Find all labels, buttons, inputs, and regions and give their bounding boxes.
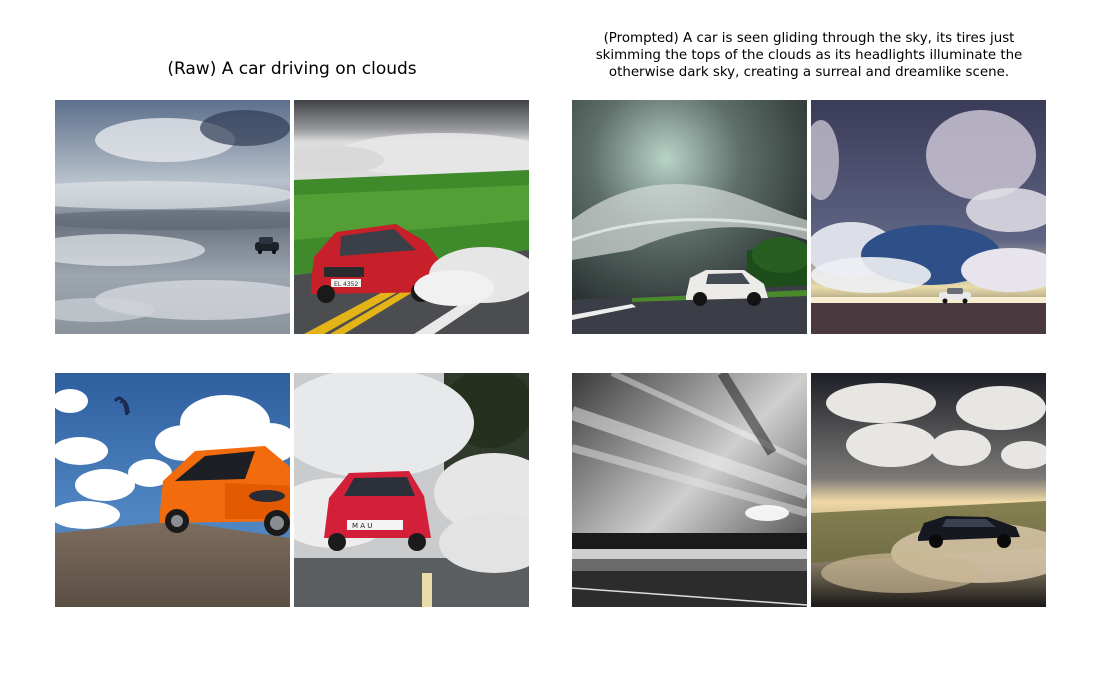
prompted-image-1 — [572, 100, 807, 334]
prompted-image-2 — [811, 100, 1046, 334]
prompted-image-4 — [811, 373, 1046, 607]
raw-image-1 — [55, 100, 290, 334]
raw-panel-title: (Raw) A car driving on clouds — [167, 59, 417, 79]
license-plate-raw-bottom-right: M A U — [352, 522, 372, 530]
license-plate-raw-top-right: EL 4352 — [334, 281, 358, 288]
raw-image-4: M A U — [294, 373, 529, 607]
prompted-image-3 — [572, 373, 807, 607]
raw-image-2: EL 4352 — [294, 100, 529, 334]
raw-image-3 — [55, 373, 290, 607]
prompted-panel-title: (Prompted) A car is seen gliding through… — [595, 31, 1023, 81]
